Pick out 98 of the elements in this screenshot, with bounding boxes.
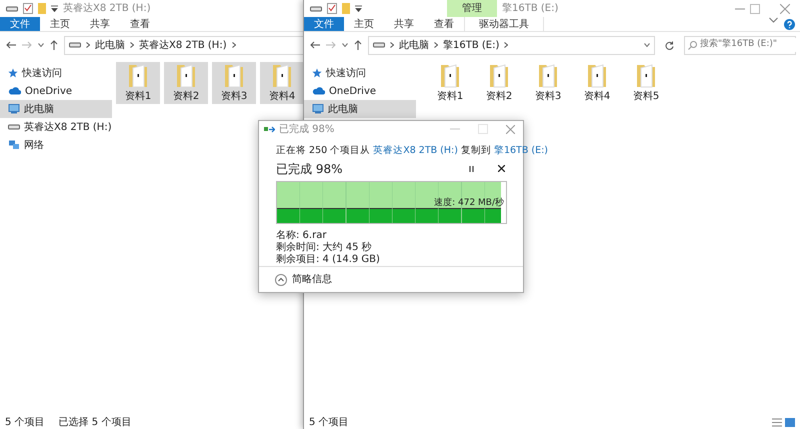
details-view-icon[interactable]: [772, 418, 782, 426]
chevron-right-icon: [232, 42, 236, 48]
cancel-icon[interactable]: [498, 165, 505, 172]
folder-item[interactable]: 资料2: [477, 62, 521, 104]
large-icons-view-icon[interactable]: [785, 418, 795, 426]
breadcrumb-item[interactable]: 英睿达X8 2TB (H:): [139, 38, 227, 52]
folder-icon: [587, 62, 607, 88]
folder-icon: [538, 62, 558, 88]
pause-icon[interactable]: [469, 166, 474, 172]
help-icon[interactable]: [784, 19, 795, 30]
chevron-right-icon: [434, 42, 438, 48]
speed-label: 速度: 472 MB/秒: [434, 198, 504, 208]
ribbon-tab[interactable]: 查看: [120, 17, 160, 31]
status-text: 5 个项目: [5, 416, 45, 429]
drive-icon: [69, 42, 81, 48]
computer-icon: [312, 104, 324, 114]
up-arrow-icon[interactable]: [354, 40, 362, 50]
sidebar-item[interactable]: 快速访问: [0, 64, 112, 82]
detail-text: 名称: 6.rar: [276, 230, 328, 242]
folder-icon: [489, 62, 509, 88]
folder-item[interactable]: 资料3: [212, 62, 256, 104]
drive-icon: [6, 6, 18, 12]
window-title: 英睿达X8 2TB (H:): [63, 2, 151, 16]
star-icon: [312, 68, 322, 78]
search-field[interactable]: 搜索"擎16TB (E:)": [684, 36, 796, 54]
address-bar[interactable]: 此电脑 擎16TB (E:): [368, 36, 655, 54]
detail-text: 剩余项目: 4 (14.9 GB): [276, 254, 381, 266]
ribbon-tab[interactable]: 查看: [424, 17, 464, 31]
ribbon-tab[interactable]: 文件: [304, 17, 344, 31]
drive-icon: [310, 6, 322, 12]
sidebar-item[interactable]: OneDrive: [0, 82, 112, 100]
computer-icon: [8, 104, 20, 114]
sidebar-item[interactable]: 英睿达X8 2TB (H:): [0, 118, 112, 136]
folder-icon: [440, 62, 460, 88]
status-text: 已选择 5 个项目: [58, 416, 132, 429]
folder-item[interactable]: 资料2: [164, 62, 208, 104]
checklist-icon[interactable]: [23, 3, 33, 14]
checklist-icon[interactable]: [327, 3, 337, 14]
folder-item[interactable]: 资料1: [428, 62, 472, 104]
detail-text: 剩余时间: 大约 45 秒: [276, 242, 373, 254]
dropdown-icon[interactable]: [355, 5, 362, 12]
folder-icon: [636, 62, 656, 88]
chevron-right-icon: [86, 42, 90, 48]
chevron-up-icon: [275, 274, 287, 286]
refresh-icon[interactable]: [665, 40, 674, 50]
breadcrumb-item[interactable]: 此电脑: [399, 38, 429, 52]
back-arrow-icon[interactable]: [310, 41, 320, 49]
dropdown-icon[interactable]: [51, 5, 58, 12]
copy-icon: [264, 126, 275, 133]
drive-icon: [8, 124, 20, 130]
progress-heading: 已完成 98%: [276, 160, 342, 178]
sidebar-item[interactable]: 快速访问: [304, 64, 416, 82]
ribbon-tab[interactable]: 主页: [40, 17, 80, 31]
dialog-title: 已完成 98%: [279, 122, 334, 137]
ribbon-tab[interactable]: 驱动器工具: [464, 17, 544, 31]
drive-link[interactable]: 英睿达X8 2TB (H:): [373, 145, 458, 156]
ribbon-tab[interactable]: 共享: [80, 17, 120, 31]
folder-icon: [128, 62, 148, 88]
folder-icon: [272, 62, 292, 88]
folder-icon: [176, 62, 196, 88]
close-icon[interactable]: [780, 4, 790, 14]
folder-item[interactable]: 资料4: [260, 62, 304, 104]
address-bar[interactable]: 此电脑 英睿达X8 2TB (H:): [64, 36, 306, 54]
chevron-right-icon: [390, 42, 394, 48]
drive-icon: [373, 42, 385, 48]
chevron-right-icon: [504, 42, 508, 48]
folder-item[interactable]: 资料3: [526, 62, 570, 104]
folder-item[interactable]: 资料4: [575, 62, 619, 104]
dropdown-icon[interactable]: [342, 43, 348, 47]
dropdown-icon[interactable]: [38, 43, 44, 47]
status-text: 5 个项目: [309, 416, 349, 429]
folder-icon: [224, 62, 244, 88]
sidebar-item[interactable]: OneDrive: [304, 82, 416, 100]
breadcrumb-item[interactable]: 擎16TB (E:): [443, 38, 500, 52]
close-icon[interactable]: [506, 124, 515, 134]
back-arrow-icon[interactable]: [6, 41, 16, 49]
drive-link[interactable]: 擎16TB (E:): [494, 145, 548, 156]
ribbon-tab[interactable]: 文件: [0, 17, 40, 31]
window-title: 擎16TB (E:): [502, 2, 558, 16]
chevron-down-icon[interactable]: [769, 17, 778, 23]
sidebar-item[interactable]: 此电脑: [0, 100, 112, 118]
network-icon: [8, 140, 20, 150]
cloud-icon: [312, 87, 325, 95]
ribbon-tab[interactable]: 主页: [344, 17, 384, 31]
up-arrow-icon[interactable]: [50, 40, 58, 50]
sidebar-item[interactable]: 网络: [0, 136, 112, 154]
sidebar-item[interactable]: 此电脑: [304, 100, 416, 118]
less-details-toggle[interactable]: 简略信息: [275, 272, 332, 288]
chevron-right-icon: [130, 42, 134, 48]
search-icon: [688, 40, 697, 50]
context-tab-group: 管理: [447, 0, 497, 17]
dropdown-icon[interactable]: [644, 43, 650, 47]
ribbon-tab[interactable]: 共享: [384, 17, 424, 31]
breadcrumb-item[interactable]: 此电脑: [95, 38, 125, 52]
star-icon: [8, 68, 18, 78]
cloud-icon: [8, 87, 21, 95]
folder-item[interactable]: 资料1: [116, 62, 160, 104]
folder-item[interactable]: 资料5: [624, 62, 668, 104]
